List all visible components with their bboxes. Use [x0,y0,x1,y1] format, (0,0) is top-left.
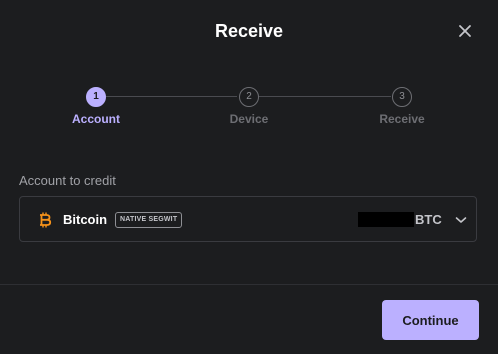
step-label: Device [229,112,269,126]
step-label: Account [72,112,120,126]
account-section-label: Account to credit [19,173,116,188]
step-number: 2 [239,87,259,107]
footer-divider [0,284,498,285]
close-button[interactable] [456,22,474,40]
dialog-title: Receive [214,21,284,41]
balance-unit: BTC [415,212,442,227]
step-number: 1 [86,87,106,107]
step-label: Receive [379,112,425,126]
step-account: 1 Account [46,87,146,126]
receive-dialog: Receive 1 Account 2 Device 3 Receive Acc… [0,0,498,354]
step-number: 3 [392,87,412,107]
account-dropdown[interactable]: Bitcoin NATIVE SEGWIT BTC [19,196,477,242]
redacted-balance [358,212,414,227]
bitcoin-icon [40,212,52,228]
address-type-badge: NATIVE SEGWIT [115,212,183,228]
account-name: Bitcoin [63,212,108,227]
continue-button[interactable]: Continue [382,300,479,340]
chevron-down-icon [455,217,467,223]
close-icon [459,25,471,37]
step-receive: 3 Receive [352,87,452,126]
stepper: 1 Account 2 Device 3 Receive [0,87,498,127]
step-device: 2 Device [199,87,299,126]
